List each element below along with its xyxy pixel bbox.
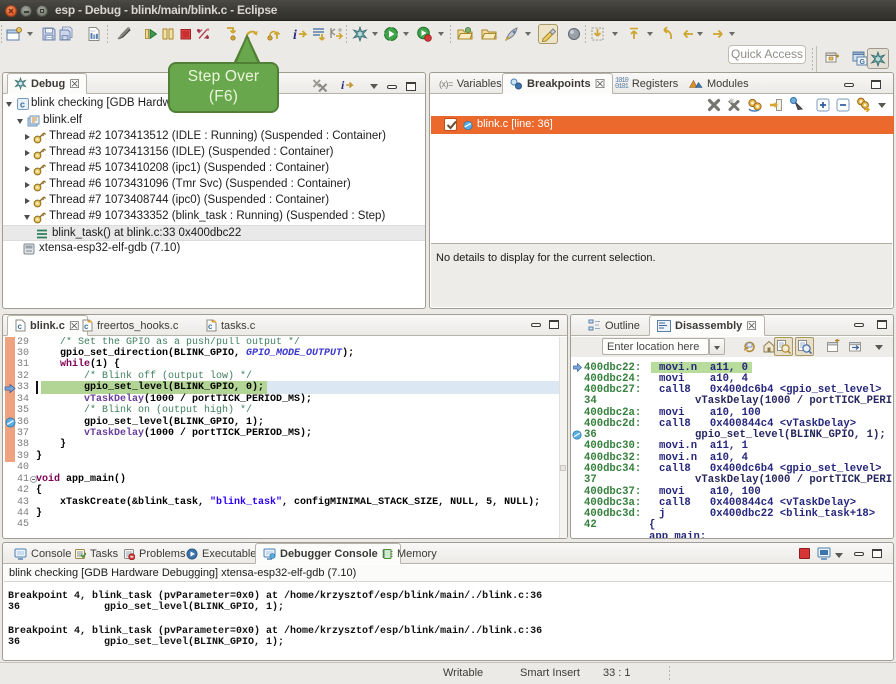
svg-text:i: i — [293, 28, 297, 42]
svg-text:c: c — [20, 100, 25, 110]
svg-text:c: c — [84, 322, 89, 331]
svg-text:c: c — [18, 322, 23, 331]
svg-text:G: G — [860, 59, 866, 66]
svg-text:i: i — [341, 78, 345, 91]
svg-text:c: c — [208, 322, 213, 331]
